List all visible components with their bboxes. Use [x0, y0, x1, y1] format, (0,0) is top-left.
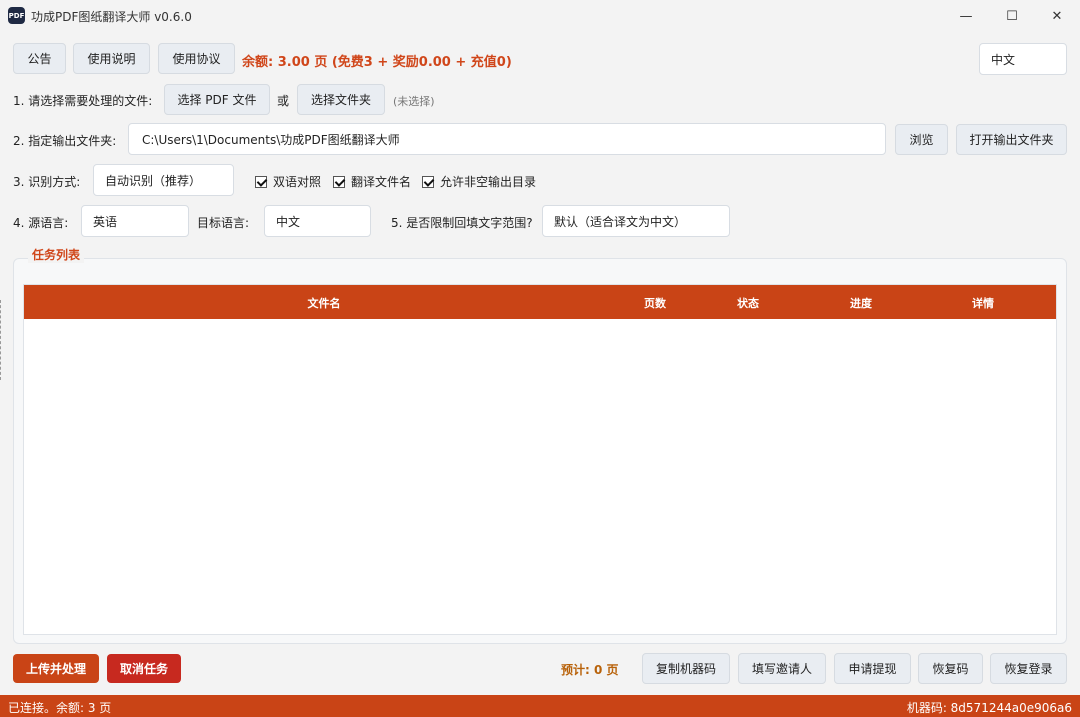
- column-status[interactable]: 状态: [737, 295, 759, 311]
- task-list-title: 任务列表: [28, 246, 85, 263]
- select-folder-button[interactable]: 选择文件夹: [297, 84, 385, 115]
- balance-text: 余额: 3.00 页 (免费3 + 奖励0.00 + 充值0): [242, 55, 512, 70]
- task-table-header: 文件名 页数 状态 进度 详情: [24, 285, 1056, 319]
- selection-status: (未选择): [393, 95, 435, 108]
- translate-filename-label: 翻译文件名: [351, 175, 412, 189]
- app-logo-icon: PDF: [8, 7, 25, 24]
- recognition-mode-select[interactable]: 自动识别（推荐）: [93, 164, 234, 196]
- column-filename[interactable]: 文件名: [308, 295, 341, 311]
- close-button[interactable]: ✕: [1034, 0, 1080, 32]
- connection-status: 已连接。余额: 3 页: [8, 701, 112, 715]
- minimize-button[interactable]: —: [943, 0, 989, 32]
- open-output-folder-button[interactable]: 打开输出文件夹: [956, 124, 1067, 155]
- bilingual-checkbox[interactable]: 双语对照: [255, 173, 321, 190]
- column-progress[interactable]: 进度: [850, 295, 872, 311]
- window-edge-marker: [0, 300, 3, 380]
- machine-code: 机器码: 8d571244a0e906a6: [906, 701, 1072, 715]
- upload-process-button[interactable]: 上传并处理: [13, 654, 99, 683]
- source-language-select[interactable]: 英语: [81, 205, 189, 237]
- allow-nonempty-output-label: 允许非空输出目录: [440, 175, 537, 189]
- allow-nonempty-output-checkbox[interactable]: 允许非空输出目录: [422, 173, 536, 190]
- restore-login-button[interactable]: 恢复登录: [990, 653, 1067, 684]
- estimate-pages: 预计: 0 页: [561, 663, 619, 677]
- notice-button[interactable]: 公告: [13, 43, 66, 74]
- recovery-code-button[interactable]: 恢复码: [918, 653, 983, 684]
- task-table[interactable]: 文件名 页数 状态 进度 详情: [23, 284, 1057, 635]
- select-pdf-button[interactable]: 选择 PDF 文件: [164, 84, 270, 115]
- browse-button[interactable]: 浏览: [895, 124, 948, 155]
- column-details[interactable]: 详情: [972, 295, 994, 311]
- translate-filename-checkbox[interactable]: 翻译文件名: [333, 173, 411, 190]
- ui-language-select[interactable]: 中文: [979, 43, 1067, 75]
- title-bar: PDF 功成PDF图纸翻译大师 v0.6.0 — ☐ ✕: [0, 0, 1080, 32]
- apply-withdraw-button[interactable]: 申请提现: [834, 653, 911, 684]
- bilingual-label: 双语对照: [273, 175, 322, 189]
- fill-inviter-button[interactable]: 填写邀请人: [738, 653, 826, 684]
- output-folder-input[interactable]: C:\Users\1\Documents\功成PDF图纸翻译大师: [128, 123, 886, 155]
- target-language-select[interactable]: 中文: [264, 205, 371, 237]
- cancel-task-button[interactable]: 取消任务: [107, 654, 181, 683]
- window-title: 功成PDF图纸翻译大师 v0.6.0: [31, 10, 192, 24]
- step2-label: 2. 指定输出文件夹:: [13, 134, 117, 148]
- step1-label: 1. 请选择需要处理的文件:: [13, 94, 153, 108]
- checkbox-checked-icon: [333, 175, 345, 188]
- target-language-label: 目标语言:: [197, 216, 250, 230]
- or-label: 或: [277, 94, 290, 108]
- agreement-button[interactable]: 使用协议: [158, 43, 235, 74]
- fill-range-label: 5. 是否限制回填文字范围?: [391, 216, 533, 230]
- manual-button[interactable]: 使用说明: [73, 43, 150, 74]
- source-language-label: 4. 源语言:: [13, 216, 69, 230]
- status-bar: 已连接。余额: 3 页 机器码: 8d571244a0e906a6: [0, 695, 1080, 717]
- fill-range-select[interactable]: 默认（适合译文为中文）: [542, 205, 730, 237]
- step3-label: 3. 识别方式:: [13, 175, 81, 189]
- copy-machine-code-button[interactable]: 复制机器码: [642, 653, 730, 684]
- checkbox-checked-icon: [422, 175, 434, 188]
- column-pages[interactable]: 页数: [644, 295, 666, 311]
- checkbox-checked-icon: [255, 175, 267, 188]
- maximize-button[interactable]: ☐: [989, 0, 1035, 32]
